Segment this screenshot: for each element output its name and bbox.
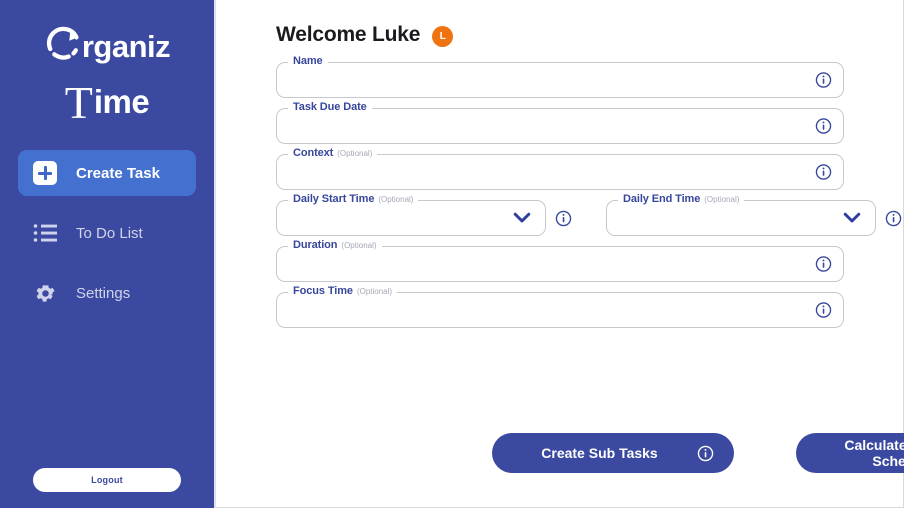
name-field[interactable]: Name <box>276 56 844 98</box>
calculate-optimal-schedule-label: Calculate Optimal Schedule <box>844 437 904 469</box>
daily-start-time-field-optional-tag: (Optional) <box>378 195 414 204</box>
focus-time-field-label: Focus Time <box>293 285 353 297</box>
info-icon-focus-time[interactable] <box>815 302 832 319</box>
gear-icon <box>32 280 58 306</box>
sidebar-nav: Create Task To Do List Settings <box>0 150 214 316</box>
logout-container: Logout <box>0 468 214 492</box>
name-field-legend: Name <box>288 56 328 67</box>
create-sub-tasks-button[interactable]: Create Sub Tasks <box>492 433 734 473</box>
chevron-down-icon-daily-end-time[interactable] <box>843 212 861 224</box>
app-window: rganiz T ime Create Task To Do List Sett… <box>0 0 904 508</box>
page-title: Welcome Luke <box>276 23 421 46</box>
logo-line-organiz: rganiz <box>0 22 214 70</box>
context-input[interactable] <box>277 155 843 189</box>
logo-text-t: T <box>64 77 93 128</box>
task-due-date-field-legend: Task Due Date <box>288 102 372 113</box>
sidebar-item-create-task[interactable]: Create Task <box>18 150 196 196</box>
task-due-date-input[interactable] <box>277 109 843 143</box>
context-field-label: Context <box>293 147 334 159</box>
info-icon-create-sub-tasks[interactable] <box>697 445 714 462</box>
context-field-legend: Context (Optional) <box>288 147 378 159</box>
daily-end-time-field[interactable]: Daily End Time (Optional) <box>606 194 876 236</box>
duration-field-legend: Duration (Optional) <box>288 240 382 251</box>
focus-time-input[interactable] <box>277 293 843 327</box>
field-row-task-due-date: Task Due Date <box>276 102 903 144</box>
action-buttons: Create Sub Tasks Calculate Optimal Sched… <box>492 433 904 473</box>
create-sub-tasks-label: Create Sub Tasks <box>541 445 658 461</box>
daily-start-time-field-label: Daily Start Time <box>293 193 375 205</box>
info-icon-duration[interactable] <box>815 256 832 273</box>
daily-start-time-field-legend: Daily Start Time (Optional) <box>288 193 419 205</box>
name-field-label: Name <box>293 55 323 67</box>
daily-end-time-input[interactable] <box>607 201 875 235</box>
chevron-down-icon-daily-start-time[interactable] <box>513 212 531 224</box>
daily-start-time-input[interactable] <box>277 201 545 235</box>
info-icon-name[interactable] <box>815 72 832 89</box>
sidebar-item-settings[interactable]: Settings <box>18 270 196 316</box>
calculate-optimal-schedule-button[interactable]: Calculate Optimal Schedule <box>796 433 904 473</box>
task-due-date-field-label: Task Due Date <box>293 101 367 113</box>
list-icon <box>32 220 58 246</box>
focus-time-field[interactable]: Focus Time (Optional) <box>276 286 844 328</box>
daily-start-time-field[interactable]: Daily Start Time (Optional) <box>276 194 546 236</box>
name-input[interactable] <box>277 63 843 97</box>
app-logo: rganiz T ime <box>0 0 214 126</box>
sidebar: rganiz T ime Create Task To Do List Sett… <box>0 0 216 508</box>
sidebar-item-label-create-task: Create Task <box>76 164 160 182</box>
info-icon-daily-start-time[interactable] <box>555 210 572 227</box>
avatar[interactable]: L <box>432 25 454 47</box>
focus-time-field-legend: Focus Time (Optional) <box>288 285 398 297</box>
field-row-name: Name <box>276 56 903 98</box>
field-row-duration: Duration (Optional) <box>276 240 903 282</box>
info-icon-task-due-date[interactable] <box>815 118 832 135</box>
sidebar-item-to-do-list[interactable]: To Do List <box>18 210 196 256</box>
info-icon-daily-end-time[interactable] <box>885 210 902 227</box>
logo-text-ime: ime <box>93 82 150 120</box>
sidebar-item-label-settings: Settings <box>76 284 131 302</box>
daily-end-time-field-legend: Daily End Time (Optional) <box>618 193 745 205</box>
sidebar-item-label-to-do-list: To Do List <box>76 224 143 242</box>
logo-text-organiz: rganiz <box>81 28 171 64</box>
duration-field-optional-tag: (Optional) <box>341 241 377 250</box>
info-icon-context[interactable] <box>815 164 832 181</box>
duration-field[interactable]: Duration (Optional) <box>276 240 844 282</box>
plus-square-icon <box>32 160 58 186</box>
duration-field-label: Duration <box>293 239 338 251</box>
context-field-optional-tag: (Optional) <box>337 149 373 158</box>
main-content: Welcome Luke L Name Task Due Date Contex… <box>216 0 904 507</box>
create-task-form: Name Task Due Date Context (Optional) Da… <box>276 56 903 328</box>
field-row-context: Context (Optional) <box>276 148 903 190</box>
duration-input[interactable] <box>277 247 843 281</box>
welcome-header: Welcome Luke L <box>276 20 903 50</box>
logo-line-time: T ime <box>0 76 214 126</box>
daily-end-time-field-label: Daily End Time <box>623 193 701 205</box>
focus-time-field-optional-tag: (Optional) <box>356 287 393 296</box>
field-row-daily-times: Daily Start Time (Optional) Daily End Ti… <box>276 194 903 236</box>
logout-button[interactable]: Logout <box>33 468 181 492</box>
task-due-date-field[interactable]: Task Due Date <box>276 102 844 144</box>
field-row-focus-time: Focus Time (Optional) <box>276 286 903 328</box>
circular-arrow-icon <box>46 26 80 60</box>
daily-end-time-field-optional-tag: (Optional) <box>704 195 740 204</box>
context-field[interactable]: Context (Optional) <box>276 148 844 190</box>
